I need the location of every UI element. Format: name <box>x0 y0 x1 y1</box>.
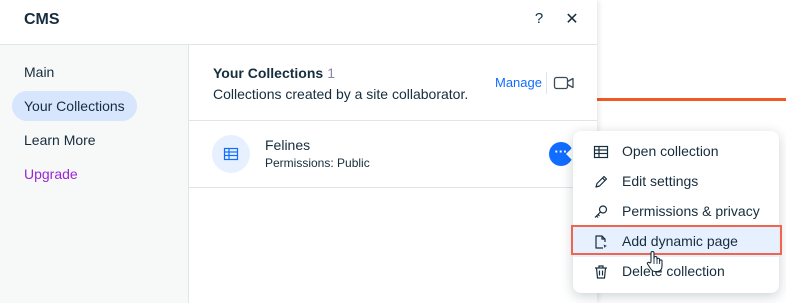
section-subtitle: Collections created by a site collaborat… <box>213 86 469 102</box>
help-icon[interactable]: ? <box>531 10 547 28</box>
close-icon[interactable]: ✕ <box>563 9 581 28</box>
menu-item-edit-settings[interactable]: Edit settings <box>573 167 779 197</box>
collection-row[interactable]: Felines Permissions: Public ··· <box>189 121 597 188</box>
pencil-icon <box>593 174 609 190</box>
menu-item-permissions-privacy[interactable]: Permissions & privacy <box>573 197 779 227</box>
sidebar: Main Your Collections Learn More Upgrade <box>0 45 189 303</box>
menu-item-label: Delete collection <box>622 263 725 279</box>
key-icon <box>593 204 609 220</box>
sidebar-item-main[interactable]: Main <box>12 57 66 87</box>
highlight-frame <box>571 225 782 255</box>
section-title-text: Your Collections <box>213 65 324 81</box>
section-header: Your Collections 1 Collections created by… <box>189 45 597 121</box>
menu-item-delete-collection[interactable]: Delete collection <box>573 257 779 287</box>
manage-link[interactable]: Manage <box>495 75 542 90</box>
divider <box>546 72 547 94</box>
menu-item-label: Open collection <box>622 143 719 159</box>
collection-name: Felines <box>265 137 311 153</box>
cms-panel: CMS ? ✕ Main Your Collections Learn More… <box>0 0 597 303</box>
panel-title: CMS <box>24 11 60 28</box>
menu-item-open-collection[interactable]: Open collection <box>573 137 779 167</box>
main-content: Your Collections 1 Collections created by… <box>189 45 597 303</box>
section-title: Your Collections 1 <box>213 65 335 81</box>
collection-count: 1 <box>327 65 335 81</box>
panel-header: CMS ? ✕ <box>0 0 597 45</box>
table-icon <box>593 144 609 160</box>
hand-cursor-icon <box>645 250 665 274</box>
sidebar-item-your-collections[interactable]: Your Collections <box>12 91 137 121</box>
video-icon[interactable] <box>553 74 575 92</box>
background-orange-line <box>597 98 786 101</box>
collection-actions-menu: Open collection Edit settings Permission… <box>573 131 779 293</box>
sidebar-item-learn-more[interactable]: Learn More <box>12 125 108 155</box>
trash-icon <box>593 264 609 280</box>
collection-permissions: Permissions: Public <box>265 156 370 170</box>
menu-item-label: Permissions & privacy <box>622 203 760 219</box>
sidebar-item-upgrade[interactable]: Upgrade <box>12 159 90 189</box>
collection-table-icon <box>212 135 250 173</box>
menu-item-label: Edit settings <box>622 173 699 189</box>
